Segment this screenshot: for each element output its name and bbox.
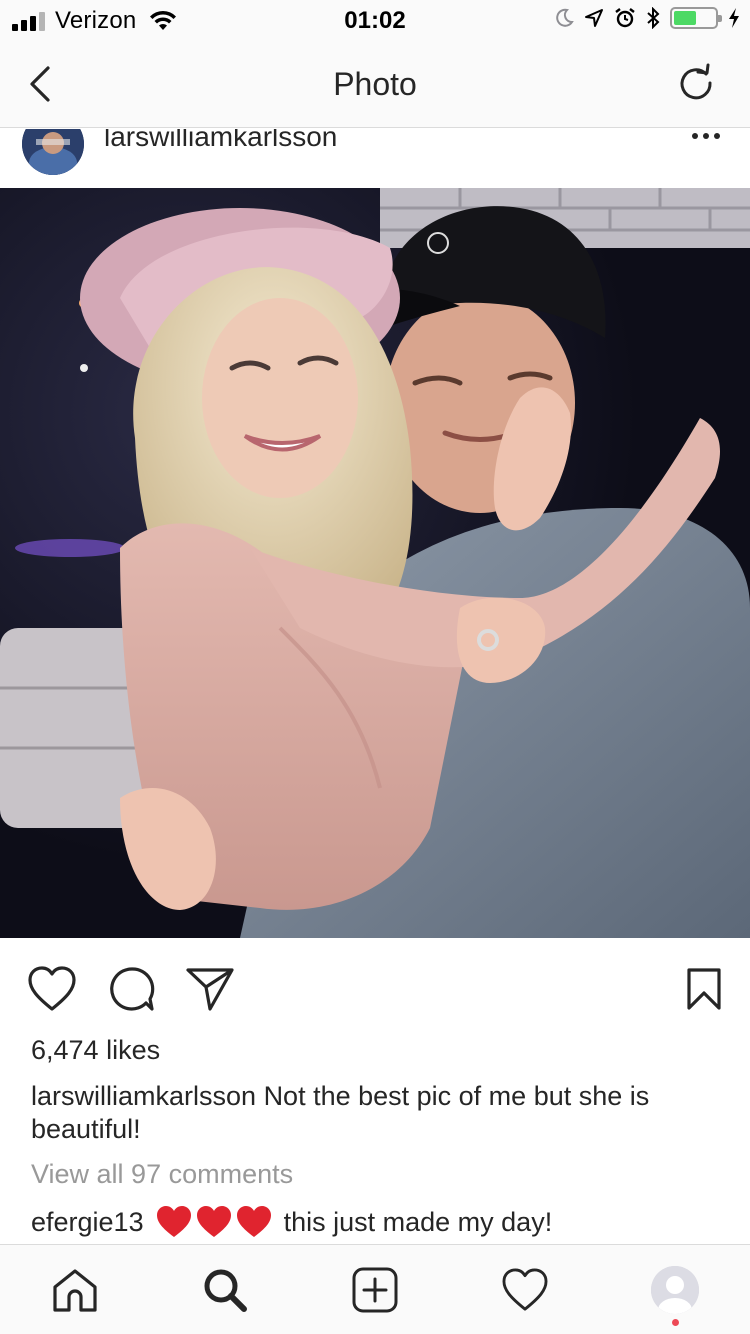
search-icon — [204, 1269, 247, 1312]
bluetooth-icon — [647, 7, 660, 29]
nav-bar: Photo — [0, 40, 750, 128]
like-button[interactable] — [26, 964, 78, 1014]
comment-button[interactable] — [106, 964, 158, 1014]
comment-text: this just made my day! — [283, 1206, 553, 1237]
post-author-avatar[interactable] — [22, 129, 84, 175]
charging-bolt-icon — [729, 8, 739, 28]
heart-outline-icon — [28, 966, 76, 1011]
comment-bubble-icon — [110, 967, 155, 1011]
tab-search[interactable] — [198, 1263, 252, 1317]
paper-plane-icon — [186, 968, 234, 1011]
avatar — [651, 1266, 699, 1314]
tab-bar — [0, 1244, 750, 1334]
bookmark-icon — [687, 968, 721, 1010]
comment-item: efergie13 this just made my day! — [31, 1205, 552, 1239]
status-bar: Verizon 01:02 — [0, 0, 750, 40]
post-caption: larswilliamkarlsson Not the best pic of … — [31, 1080, 721, 1146]
likes-count[interactable]: 6,474 likes — [31, 1035, 160, 1066]
more-options-icon[interactable] — [692, 133, 720, 139]
notification-dot — [672, 1319, 679, 1326]
moon-icon — [556, 8, 574, 27]
post-username[interactable]: larswilliamkarlsson — [104, 129, 337, 153]
home-icon — [53, 1269, 97, 1312]
tab-profile[interactable] — [648, 1263, 702, 1317]
view-all-comments-link[interactable]: View all 97 comments — [31, 1159, 293, 1190]
page-title: Photo — [333, 66, 417, 102]
share-button[interactable] — [184, 964, 236, 1014]
post-header: larswilliamkarlsson — [0, 129, 750, 188]
alarm-icon — [615, 8, 635, 28]
heart-icon — [502, 1268, 548, 1311]
add-icon — [352, 1267, 398, 1313]
caption-username[interactable]: larswilliamkarlsson — [31, 1081, 256, 1111]
tab-home[interactable] — [48, 1263, 102, 1317]
refresh-icon[interactable] — [676, 63, 716, 103]
tab-activity[interactable] — [498, 1263, 552, 1317]
save-button[interactable] — [678, 964, 730, 1014]
post-actions — [0, 950, 750, 1026]
tab-add[interactable] — [348, 1263, 402, 1317]
comment-username[interactable]: efergie13 — [31, 1207, 144, 1238]
location-arrow-icon — [585, 9, 603, 27]
status-right — [554, 7, 740, 29]
battery-icon — [670, 7, 722, 29]
post-photo[interactable] — [0, 188, 750, 938]
red-hearts-emoji — [156, 1205, 272, 1239]
